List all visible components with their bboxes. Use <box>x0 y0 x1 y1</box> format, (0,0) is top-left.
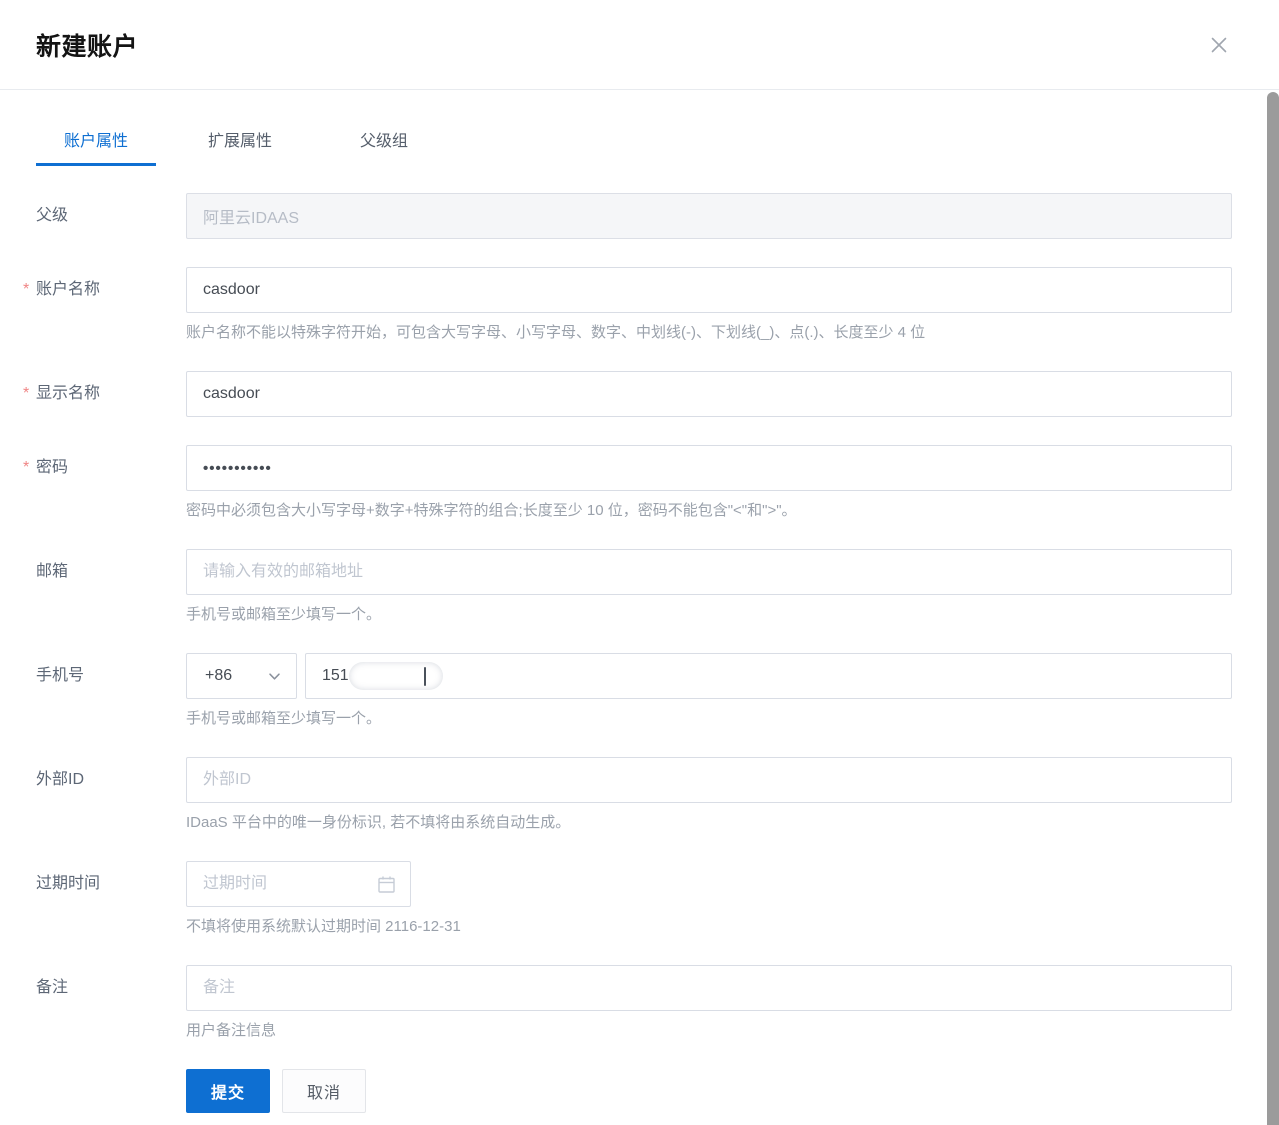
remark-input[interactable] <box>186 965 1232 1011</box>
modal-header: 新建账户 <box>0 0 1279 90</box>
account-name-hint: 账户名称不能以特殊字符开始，可包含大写字母、小写字母、数字、中划线(-)、下划线… <box>186 322 1232 343</box>
display-name-input[interactable] <box>186 371 1232 417</box>
field-row-password: * 密码 密码中必须包含大小写字母+数字+特殊字符的组合;长度至少 10 位，密… <box>36 445 1232 521</box>
field-row-account-name: * 账户名称 账户名称不能以特殊字符开始，可包含大写字母、小写字母、数字、中划线… <box>36 267 1232 343</box>
create-account-modal: 新建账户 账户属性 扩展属性 父级组 父级 <box>0 0 1279 1113</box>
expire-time-input[interactable] <box>187 862 377 906</box>
expire-time-datepicker[interactable] <box>186 861 411 907</box>
text-caret <box>424 667 426 686</box>
tab-bar: 账户属性 扩展属性 父级组 <box>36 127 1232 166</box>
field-row-email: 邮箱 手机号或邮箱至少填写一个。 <box>36 549 1232 625</box>
calendar-icon <box>377 875 396 894</box>
password-label: 密码 <box>36 459 68 476</box>
tab-account-properties[interactable]: 账户属性 <box>36 127 156 166</box>
expire-time-label: 过期时间 <box>36 875 100 892</box>
display-name-label: 显示名称 <box>36 385 100 402</box>
account-name-input[interactable] <box>186 267 1232 313</box>
external-id-input[interactable] <box>186 757 1232 803</box>
field-row-display-name: * 显示名称 <box>36 371 1232 417</box>
required-asterisk: * <box>23 282 29 298</box>
field-row-remark: 备注 用户备注信息 <box>36 965 1232 1041</box>
cancel-button[interactable]: 取消 <box>282 1069 366 1113</box>
password-hint: 密码中必须包含大小写字母+数字+特殊字符的组合;长度至少 10 位，密码不能包含… <box>186 500 1232 521</box>
tab-parent-group[interactable]: 父级组 <box>324 127 444 166</box>
remark-hint: 用户备注信息 <box>186 1020 1232 1041</box>
phone-label: 手机号 <box>36 667 84 684</box>
modal-body: 账户属性 扩展属性 父级组 父级 * 账户名称 <box>0 127 1279 1113</box>
parent-input <box>186 193 1232 239</box>
field-row-parent: 父级 <box>36 193 1232 239</box>
phone-input[interactable] <box>305 653 1232 699</box>
email-input[interactable] <box>186 549 1232 595</box>
scrollbar[interactable] <box>1267 92 1279 1125</box>
remark-label: 备注 <box>36 979 68 996</box>
email-label: 邮箱 <box>36 563 68 580</box>
field-row-expire-time: 过期时间 不填将使用系统默 <box>36 861 1232 937</box>
country-code-select[interactable]: +86 <box>186 653 297 699</box>
external-id-label: 外部ID <box>36 771 84 788</box>
required-asterisk: * <box>23 460 29 476</box>
expire-time-hint: 不填将使用系统默认过期时间 2116-12-31 <box>186 916 1232 937</box>
chevron-down-icon <box>267 669 282 684</box>
account-name-label: 账户名称 <box>36 281 100 298</box>
external-id-hint: IDaaS 平台中的唯一身份标识, 若不填将由系统自动生成。 <box>186 812 1232 833</box>
phone-hint: 手机号或邮箱至少填写一个。 <box>186 708 1232 729</box>
submit-button[interactable]: 提交 <box>186 1069 270 1113</box>
country-code-value: +86 <box>205 667 232 685</box>
required-asterisk: * <box>23 386 29 402</box>
email-hint: 手机号或邮箱至少填写一个。 <box>186 604 1232 625</box>
field-row-external-id: 外部ID IDaaS 平台中的唯一身份标识, 若不填将由系统自动生成。 <box>36 757 1232 833</box>
page-title: 新建账户 <box>36 27 138 63</box>
actions-row: 提交 取消 <box>36 1069 1232 1113</box>
field-row-phone: 手机号 +86 <box>36 653 1232 729</box>
tab-extended-properties[interactable]: 扩展属性 <box>180 127 300 166</box>
create-account-form: 父级 * 账户名称 账户名称不能以特殊字符开始，可包含大写字母、小写字母、数字、… <box>36 193 1232 1113</box>
parent-label: 父级 <box>36 207 68 224</box>
password-input[interactable] <box>186 445 1232 491</box>
close-icon[interactable] <box>1206 32 1232 58</box>
redaction-blur <box>349 662 443 690</box>
